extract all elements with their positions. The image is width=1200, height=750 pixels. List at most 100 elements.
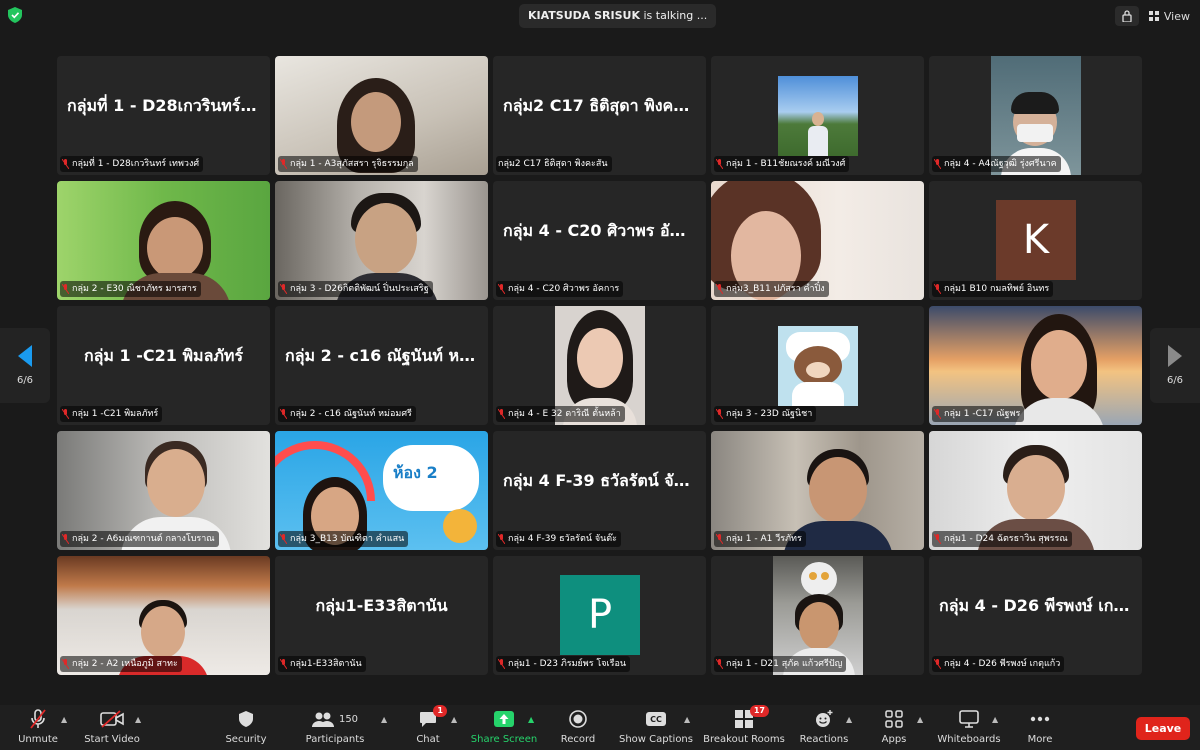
muted-mic-icon — [280, 284, 287, 294]
next-page-button[interactable]: 6/6 — [1150, 328, 1200, 403]
record-button[interactable]: Record — [533, 709, 623, 745]
participant-name-large: กลุ่ม1-E33สิตานัน — [315, 596, 448, 615]
participant-name: กลุ่ม1 B10 กมลทิพย์ อินทร — [944, 284, 1050, 294]
participant-name: กลุ่ม 4 - D26 พีรพงษ์ เกตุแก้ว — [944, 659, 1061, 669]
breakout-rooms-button[interactable]: 17 Breakout Rooms — [699, 705, 789, 745]
participant-tile[interactable]: กลุ่ม 2 - c16 ณัฐนันท์ หม่... กลุ่ม 2 - … — [275, 306, 488, 425]
muted-mic-icon — [498, 284, 505, 294]
participant-tile[interactable]: กลุ่ม 2 - A2 เหนือภูมิ สาทะ — [57, 556, 270, 675]
participant-tile[interactable]: ห้อง 2 กลุ่ม 3_B13 บัณฑิตา คำแสน — [275, 431, 488, 550]
profile-photo — [778, 326, 858, 406]
participant-name: กลุ่ม 1 - B11ชัยณรงค์ มณีวงศ์ — [726, 159, 846, 169]
participant-tile[interactable]: กลุ่ม 3 - 23D ณัฐนิชา — [711, 306, 924, 425]
participant-label: กลุ่ม 4 F-39 ธวัลรัตน์ จันต๊ะ — [496, 531, 621, 547]
participant-tile[interactable]: กลุ่ม1-E33สิตานัน กลุ่ม1-E33สิตานัน — [275, 556, 488, 675]
participant-label: กลุ่ม2 C17 ธิติสุดา พิงคะสัน — [496, 156, 612, 172]
muted-mic-icon — [280, 409, 287, 419]
participant-tile[interactable]: กลุ่ม 1 - D21 สุภัค แก้วศรีปัญ — [711, 556, 924, 675]
participant-tile[interactable]: กลุ่ม 2 - A6มณฑกานต์ กลางโบราณ — [57, 431, 270, 550]
participant-tile[interactable]: กลุ่ม 4 - C20 ศิวาพร อัค... กลุ่ม 4 - C2… — [493, 181, 706, 300]
room-banner: ห้อง 2 — [393, 463, 438, 482]
participant-name-large: กลุ่ม 1 -C21 พิมลภัทร์ — [83, 346, 244, 365]
chat-badge: 1 — [433, 705, 447, 717]
participant-tile[interactable]: กลุ่ม 4 F-39 ธวัลรัตน์ จันต๊ะ กลุ่ม 4 F-… — [493, 431, 706, 550]
participant-name: กลุ่ม 4 - E 32 ดาริณี ตั้นหล้า — [508, 409, 621, 419]
participant-tile[interactable]: กลุ่ม 1 - B11ชัยณรงค์ มณีวงศ์ — [711, 56, 924, 175]
participants-icon — [311, 712, 334, 727]
participant-tile[interactable]: กลุ่ม 4 - D26 พีรพงษ์ เกตุ... กลุ่ม 4 - … — [929, 556, 1142, 675]
muted-mic-icon — [716, 284, 723, 294]
chevron-up-icon[interactable]: ▲ — [451, 715, 457, 724]
participant-name: กลุ่ม 4 - A4ณัฐวุฒิ รุ่งศรีนาค — [944, 159, 1057, 169]
participant-label: กลุ่ม1 - D24 ฉัตรธาวิน สุพรรณ — [932, 531, 1072, 547]
participant-tile[interactable]: กลุ่ม 1 - A3สุภัสสรา รุจิธรรมกุล — [275, 56, 488, 175]
arrow-right-icon — [1168, 345, 1182, 367]
security-label: Security — [225, 734, 267, 745]
participant-label: กลุ่ม 1 -C17 ณัฐพร — [932, 406, 1025, 422]
participant-label: กลุ่ม 4 - C20 ศิวาพร อัคการ — [496, 281, 624, 297]
participant-tile[interactable]: กลุ่ม 2 - E30 ณิชาภัทร มารสาร — [57, 181, 270, 300]
participant-label: กลุ่ม 3 - D26กิตติพัฒน์ ปิ่นประเสริฐ — [278, 281, 433, 297]
participant-tile[interactable]: กลุ่ม3_B11 ปภัสรา คำปิ๋ง — [711, 181, 924, 300]
participant-label: กลุ่ม 1 - A1 วีรภัทร — [714, 531, 806, 547]
participant-name: กลุ่ม 4 - C20 ศิวาพร อัคการ — [508, 284, 620, 294]
security-button[interactable]: Security — [201, 709, 291, 745]
participant-label: กลุ่ม1 B10 กมลทิพย์ อินทร — [932, 281, 1054, 297]
chevron-up-icon[interactable]: ▲ — [684, 715, 690, 724]
previous-page-button[interactable]: 6/6 — [0, 328, 50, 403]
participant-tile[interactable]: กลุ่ม 4 - A4ณัฐวุฒิ รุ่งศรีนาค — [929, 56, 1142, 175]
muted-mic-icon — [716, 659, 723, 669]
start-video-button[interactable]: Start Video — [67, 709, 157, 745]
participant-tile[interactable]: กลุ่ม1 - D24 ฉัตรธาวิน สุพรรณ — [929, 431, 1142, 550]
participant-name-large: กลุ่ม 4 F-39 ธวัลรัตน์ จันต๊ะ — [503, 471, 704, 490]
participant-label: กลุ่ม 3 - 23D ณัฐนิชา — [714, 406, 817, 422]
meeting-toolbar: Unmute ▲ Start Video ▲ Security 150 Part… — [0, 705, 1200, 750]
participant-name: กลุ่ม 3 - D26กิตติพัฒน์ ปิ่นประเสริฐ — [290, 284, 429, 294]
participant-name: กลุ่ม 2 - c16 ณัฐนันท์ หม่อมศรี — [290, 409, 412, 419]
view-label: View — [1163, 9, 1190, 23]
muted-mic-icon — [280, 534, 287, 544]
participant-name: กลุ่ม 1 - A1 วีรภัทร — [726, 534, 802, 544]
participant-tile[interactable]: กลุ่ม 4 - E 32 ดาริณี ตั้นหล้า — [493, 306, 706, 425]
participant-label: กลุ่มที่ 1 - D28เกวรินทร์ เทพวงศ์ — [60, 156, 204, 172]
participants-count: 150 — [338, 713, 359, 725]
muted-mic-icon — [498, 659, 505, 669]
captions-icon: CC — [646, 712, 666, 726]
muted-mic-icon — [280, 159, 287, 169]
participants-label: Participants — [305, 734, 365, 745]
participant-label: กลุ่ม 4 - D26 พีรพงษ์ เกตุแก้ว — [932, 656, 1065, 672]
participant-tile[interactable]: กลุ่มที่ 1 - D28เกวรินทร์ เ... กลุ่มที่ … — [57, 56, 270, 175]
more-icon — [1030, 716, 1050, 722]
participant-label: กลุ่ม 2 - c16 ณัฐนันท์ หม่อมศรี — [278, 406, 416, 422]
whiteboards-label: Whiteboards — [937, 734, 1001, 745]
participant-tile[interactable]: กลุ่ม2 C17 ธิติสุดา พิงคะสัน กลุ่ม2 C17 … — [493, 56, 706, 175]
breakout-rooms-label: Breakout Rooms — [703, 734, 785, 745]
participant-tile[interactable]: กลุ่ม 3 - D26กิตติพัฒน์ ปิ่นประเสริฐ — [275, 181, 488, 300]
start-video-label: Start Video — [84, 734, 140, 745]
participant-tile[interactable]: P กลุ่ม1 - D23 ภิรมย์พร โจเรือน — [493, 556, 706, 675]
lock-icon[interactable] — [1114, 6, 1139, 26]
video-off-icon — [100, 710, 124, 728]
active-speaker-name: KIATSUDA SRISUK — [528, 9, 640, 22]
page-indicator-left: 6/6 — [16, 375, 34, 386]
participant-name: กลุ่ม1-E33สิตานัน — [290, 659, 362, 669]
participant-tile[interactable]: กลุ่ม 1 -C17 ณัฐพร — [929, 306, 1142, 425]
chevron-up-icon[interactable]: ▲ — [917, 715, 923, 724]
participant-tile[interactable]: K กลุ่ม1 B10 กมลทิพย์ อินทร — [929, 181, 1142, 300]
participant-name-large: กลุ่มที่ 1 - D28เกวรินทร์ เ... — [67, 96, 270, 115]
grid-icon — [1148, 11, 1159, 21]
view-button[interactable]: View — [1148, 6, 1190, 26]
shield-icon[interactable] — [8, 7, 22, 23]
participant-tile[interactable]: กลุ่ม 1 - A1 วีรภัทร — [711, 431, 924, 550]
chevron-up-icon[interactable]: ▲ — [135, 715, 141, 724]
participant-label: กลุ่ม 1 - A3สุภัสสรา รุจิธรรมกุล — [278, 156, 418, 172]
avatar: P — [560, 575, 640, 655]
participant-label: กลุ่ม 4 - A4ณัฐวุฒิ รุ่งศรีนาค — [932, 156, 1061, 172]
participant-name-large: กลุ่ม 4 - C20 ศิวาพร อัค... — [503, 221, 699, 240]
leave-button[interactable]: Leave — [1136, 717, 1190, 740]
muted-mic-icon — [280, 659, 287, 669]
more-button[interactable]: More — [995, 709, 1085, 745]
participant-tile[interactable]: กลุ่ม 1 -C21 พิมลภัทร์ กลุ่ม 1 -C21 พิมล… — [57, 306, 270, 425]
participants-button[interactable]: 150 Participants — [290, 709, 380, 745]
active-speaker-suffix: is talking ... — [643, 9, 708, 22]
